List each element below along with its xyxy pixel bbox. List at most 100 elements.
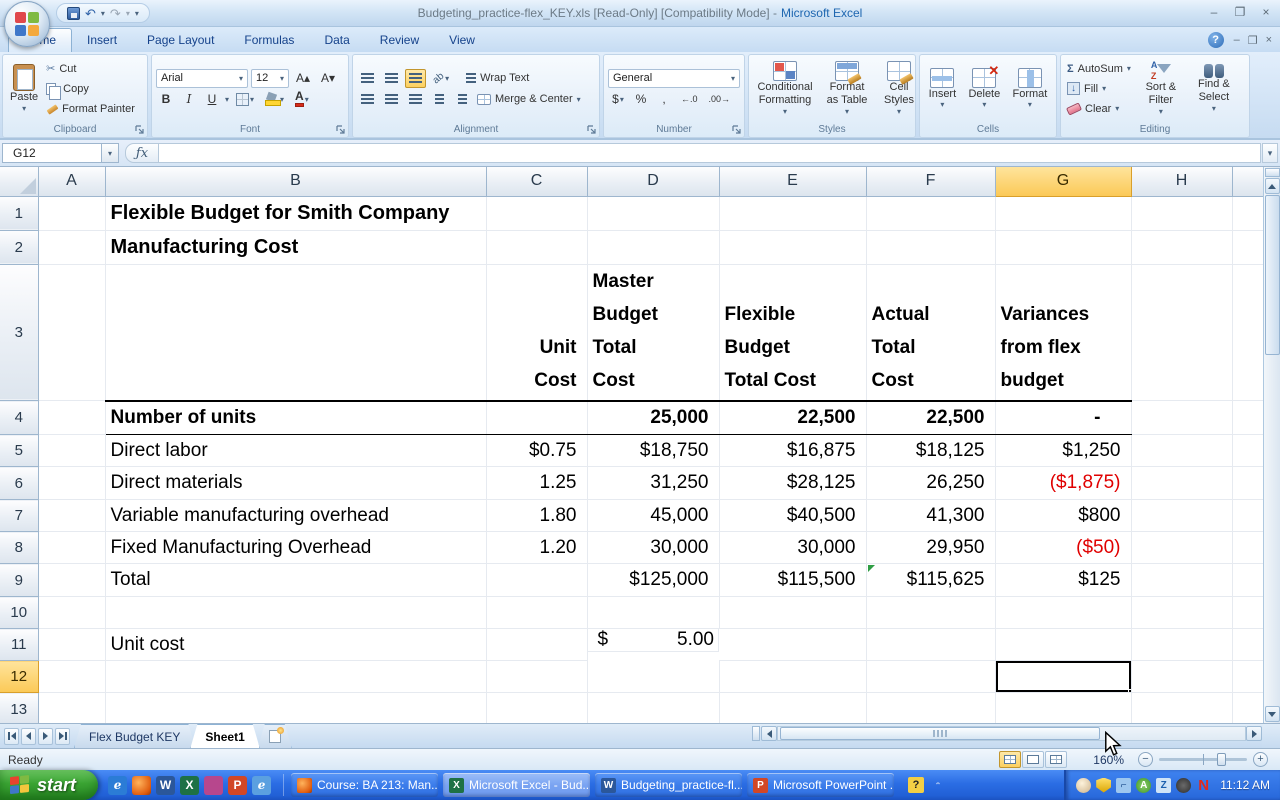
cell-F6[interactable]: 26,250 [866,466,996,500]
cell-E2[interactable] [719,230,867,265]
select-all-corner[interactable] [0,167,39,197]
cell-C10[interactable] [486,596,588,629]
cell-C4[interactable] [486,400,588,435]
cell-F2[interactable] [866,230,996,265]
clear-button[interactable]: Clear ▾ [1065,100,1133,118]
cell-D3[interactable]: Master Budget Total Cost [587,264,720,402]
cell-A1[interactable] [38,196,106,231]
cell-H10[interactable] [1131,596,1233,629]
cell-E12[interactable] [719,660,867,693]
cell-H12[interactable] [1131,660,1233,693]
cell-E5[interactable]: $16,875 [719,434,867,467]
column-header-F[interactable]: F [866,167,996,197]
cell-G10[interactable] [995,596,1132,629]
comma-style-button[interactable]: , [654,90,674,109]
cell-A10[interactable] [38,596,106,629]
cell-B3[interactable] [105,264,487,402]
decrease-decimal-button[interactable]: .00→ [705,90,735,109]
number-dialog-launcher[interactable] [732,125,742,135]
cell-B6[interactable]: Direct materials [105,466,487,500]
cell-F13[interactable] [866,692,996,723]
redo-icon[interactable]: ↷ [110,7,121,20]
fill-handle[interactable] [1127,689,1130,692]
cell-C5[interactable]: $0.75 [486,434,588,467]
format-as-table-button[interactable]: Format as Table ▾ [820,60,874,116]
tab-page-layout[interactable]: Page Layout [132,29,229,52]
grow-font-button[interactable]: A▴ [292,69,314,88]
row-header-8[interactable]: 8 [0,531,39,564]
row-header-9[interactable]: 9 [0,563,39,597]
word-icon[interactable]: W [156,775,176,795]
fill-color-button[interactable]: ▾ [261,90,288,109]
percent-style-button[interactable]: % [631,90,651,109]
previous-sheet-icon[interactable] [21,727,36,745]
cell-B12[interactable] [105,660,487,693]
cell-F8[interactable]: 29,950 [866,531,996,564]
cell-C12[interactable] [486,660,588,693]
cell-F5[interactable]: $18,125 [866,434,996,467]
zoom-in-icon[interactable]: + [1253,752,1268,767]
internet-explorer-icon[interactable]: e [108,775,128,795]
cell-D1[interactable] [587,196,720,231]
row-header-5[interactable]: 5 [0,434,39,467]
cell-A11[interactable] [38,628,106,661]
zoom-slider[interactable]: − + [1138,752,1268,767]
cell-B5[interactable]: Direct labor [105,434,487,467]
align-bottom-button[interactable] [405,68,426,88]
cell-E13[interactable] [719,692,867,723]
cell-H5[interactable] [1131,434,1233,467]
sort-filter-button[interactable]: AZ Sort & Filter ▾ [1136,60,1186,116]
find-select-button[interactable]: Find & Select ▾ [1189,63,1239,113]
align-left-button[interactable] [357,90,378,109]
cell-G3[interactable]: Variances from flex budget [995,264,1132,402]
cell-A13[interactable] [38,692,106,723]
cell-B8[interactable]: Fixed Manufacturing Overhead [105,531,487,564]
customize-qat-icon[interactable]: ▾ [135,9,139,18]
increase-decimal-button[interactable]: ←.0 [677,90,702,109]
task-button-firefox[interactable]: Course: BA 213: Man... [291,773,439,797]
workbook-restore-button[interactable]: ❐ [1248,34,1258,47]
bold-button[interactable]: B [156,90,176,109]
workbook-close-button[interactable]: × [1266,34,1272,47]
horizontal-scrollbar[interactable] [752,725,1262,742]
sheet-tab-sheet1[interactable]: Sheet1 [190,724,259,748]
cell-G1[interactable] [995,196,1132,231]
cell-C2[interactable] [486,230,588,265]
row-header-4[interactable]: 4 [0,400,39,435]
key-tray-icon[interactable]: ⌐ [1116,777,1132,793]
cell-F7[interactable]: 41,300 [866,499,996,532]
scroll-left-icon[interactable] [761,726,777,741]
cell-H11[interactable] [1131,628,1233,661]
powerpoint-icon[interactable]: P [228,775,248,795]
sheet-tab-flex-budget-key[interactable]: Flex Budget KEY [74,724,195,748]
novell-tray-icon[interactable]: N [1196,777,1211,794]
cell-A9[interactable] [38,563,106,597]
cut-button[interactable]: ✂ Cut [44,60,137,78]
cell-E9[interactable]: $115,500 [719,563,867,597]
cell-B7[interactable]: Variable manufacturing overhead [105,499,487,532]
conditional-formatting-button[interactable]: Conditional Formatting ▾ [753,60,817,116]
paste-button[interactable]: Paste ▾ [7,63,41,114]
name-box[interactable]: G12 [2,143,102,163]
scroll-right-icon[interactable] [1246,726,1262,741]
cell-A6[interactable] [38,466,106,500]
merge-center-button[interactable]: Merge & Center ▾ [475,90,583,108]
font-dialog-launcher[interactable] [336,125,346,135]
cell-B9[interactable]: Total [105,563,487,597]
cell-D5[interactable]: $18,750 [587,434,720,467]
delete-cells-button[interactable]: Delete▾ [965,64,1003,111]
row-header-11[interactable]: 11 [0,628,39,661]
vertical-scrollbar[interactable] [1263,167,1280,723]
cell-E4[interactable]: 22,500 [719,400,867,435]
format-painter-button[interactable]: Format Painter [44,100,137,118]
cell-G13[interactable] [995,692,1132,723]
cell-D2[interactable] [587,230,720,265]
fill-button[interactable]: ↓ Fill ▾ [1065,80,1133,98]
excel-icon[interactable]: X [180,775,200,795]
cell-D4[interactable]: 25,000 [587,400,720,435]
align-top-button[interactable] [357,69,378,88]
task-button-powerpoint[interactable]: P Microsoft PowerPoint ... [747,773,895,797]
help-icon[interactable]: ? [1207,32,1224,48]
help-tray-icon[interactable]: ? [908,777,925,793]
insert-worksheet-tab[interactable] [258,724,292,748]
